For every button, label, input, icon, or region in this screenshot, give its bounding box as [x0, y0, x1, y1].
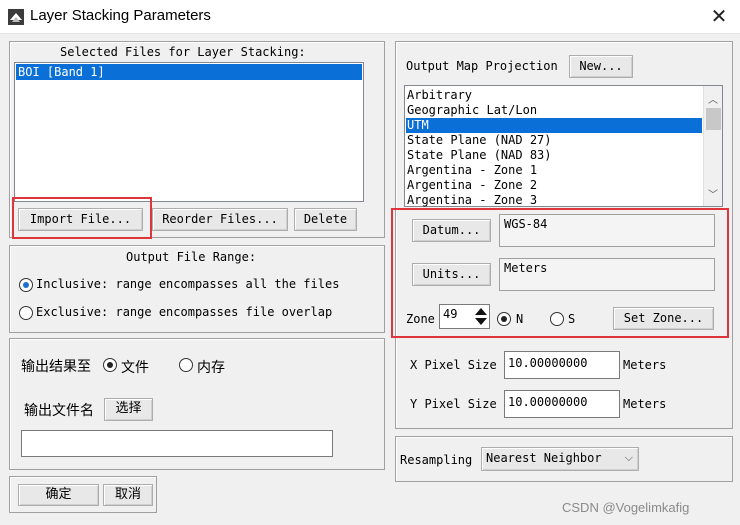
scroll-up-icon[interactable]: ︿	[708, 91, 718, 106]
units-button[interactable]: Units...	[412, 263, 491, 286]
inclusive-label: Inclusive: range encompasses all the fil…	[36, 277, 340, 291]
y-pixel-unit: Meters	[623, 397, 667, 411]
projection-item[interactable]: State Plane (NAD 27)	[406, 133, 702, 148]
selected-files-list[interactable]: BOI [Band 1]	[14, 62, 364, 202]
exclusive-label: Exclusive: range encompasses file overla…	[36, 305, 333, 319]
output-file-radio[interactable]	[103, 358, 117, 372]
output-to-label: 输出结果至	[21, 359, 91, 375]
set-zone-button[interactable]: Set Zone...	[613, 307, 714, 330]
units-value: Meters	[499, 258, 715, 291]
output-range-heading: Output File Range:	[126, 250, 257, 264]
scrollbar-thumb[interactable]	[706, 108, 721, 130]
projection-scrollbar[interactable]: ︿ ﹀	[703, 86, 722, 206]
import-file-button[interactable]: Import File...	[18, 208, 143, 231]
hemisphere-n-label: N	[516, 312, 524, 326]
x-pixel-size-label: X Pixel Size	[410, 358, 497, 372]
projection-item[interactable]: UTM	[406, 118, 702, 133]
selected-files-heading: Selected Files for Layer Stacking:	[60, 45, 306, 59]
ok-button[interactable]: 确定	[18, 484, 99, 506]
file-list-item[interactable]: BOI [Band 1]	[16, 64, 362, 80]
reorder-files-button[interactable]: Reorder Files...	[152, 208, 288, 231]
zone-label: Zone	[406, 312, 435, 326]
projection-item[interactable]: Geographic Lat/Lon	[406, 103, 702, 118]
output-memory-label: 内存	[197, 360, 225, 376]
x-pixel-size-input[interactable]: 10.00000000	[504, 351, 620, 379]
resampling-label: Resampling	[400, 453, 473, 467]
output-file-label: 文件	[121, 360, 149, 376]
delete-button[interactable]: Delete	[294, 208, 357, 231]
hemisphere-s-label: S	[568, 312, 576, 326]
close-icon[interactable]: ✕	[708, 5, 730, 27]
projection-list[interactable]: Arbitrary Geographic Lat/Lon UTM State Plan…	[404, 85, 723, 207]
exclusive-radio[interactable]	[19, 306, 33, 320]
datum-button[interactable]: Datum...	[412, 219, 491, 242]
hemisphere-n-radio[interactable]	[497, 312, 511, 326]
projection-label: Output Map Projection	[406, 59, 558, 73]
zone-value: 49	[443, 307, 458, 321]
zone-spin-arrows-icon[interactable]	[473, 306, 489, 327]
choose-file-button[interactable]: 选择	[104, 398, 153, 421]
projection-item[interactable]: Argentina - Zone 1	[406, 163, 702, 178]
cancel-button[interactable]: 取消	[103, 484, 153, 506]
output-filename-input[interactable]	[21, 430, 333, 457]
watermark: CSDN @Vogelimkafig	[562, 500, 690, 515]
new-projection-button[interactable]: New...	[569, 55, 633, 78]
projection-item[interactable]: Argentina - Zone 3	[406, 193, 702, 208]
scroll-down-icon[interactable]: ﹀	[708, 186, 718, 201]
resampling-value: Nearest Neighbor	[486, 451, 602, 465]
hemisphere-s-radio[interactable]	[550, 312, 564, 326]
output-memory-radio[interactable]	[179, 358, 193, 372]
output-filename-label: 输出文件名	[24, 403, 94, 419]
layer-stack-icon	[7, 8, 25, 26]
resampling-dropdown[interactable]: Nearest Neighbor ⌵	[481, 447, 639, 471]
x-pixel-unit: Meters	[623, 358, 667, 372]
inclusive-radio[interactable]	[19, 278, 33, 292]
projection-item[interactable]: Argentina - Zone 2	[406, 178, 702, 193]
y-pixel-size-input[interactable]: 10.00000000	[504, 390, 620, 418]
projection-item[interactable]: State Plane (NAD 83)	[406, 148, 702, 163]
datum-value: WGS-84	[499, 214, 715, 247]
projection-item[interactable]: Arbitrary	[406, 88, 702, 103]
y-pixel-size-label: Y Pixel Size	[410, 397, 497, 411]
window-title: Layer Stacking Parameters	[30, 7, 211, 24]
chevron-down-icon: ⌵	[624, 451, 633, 464]
